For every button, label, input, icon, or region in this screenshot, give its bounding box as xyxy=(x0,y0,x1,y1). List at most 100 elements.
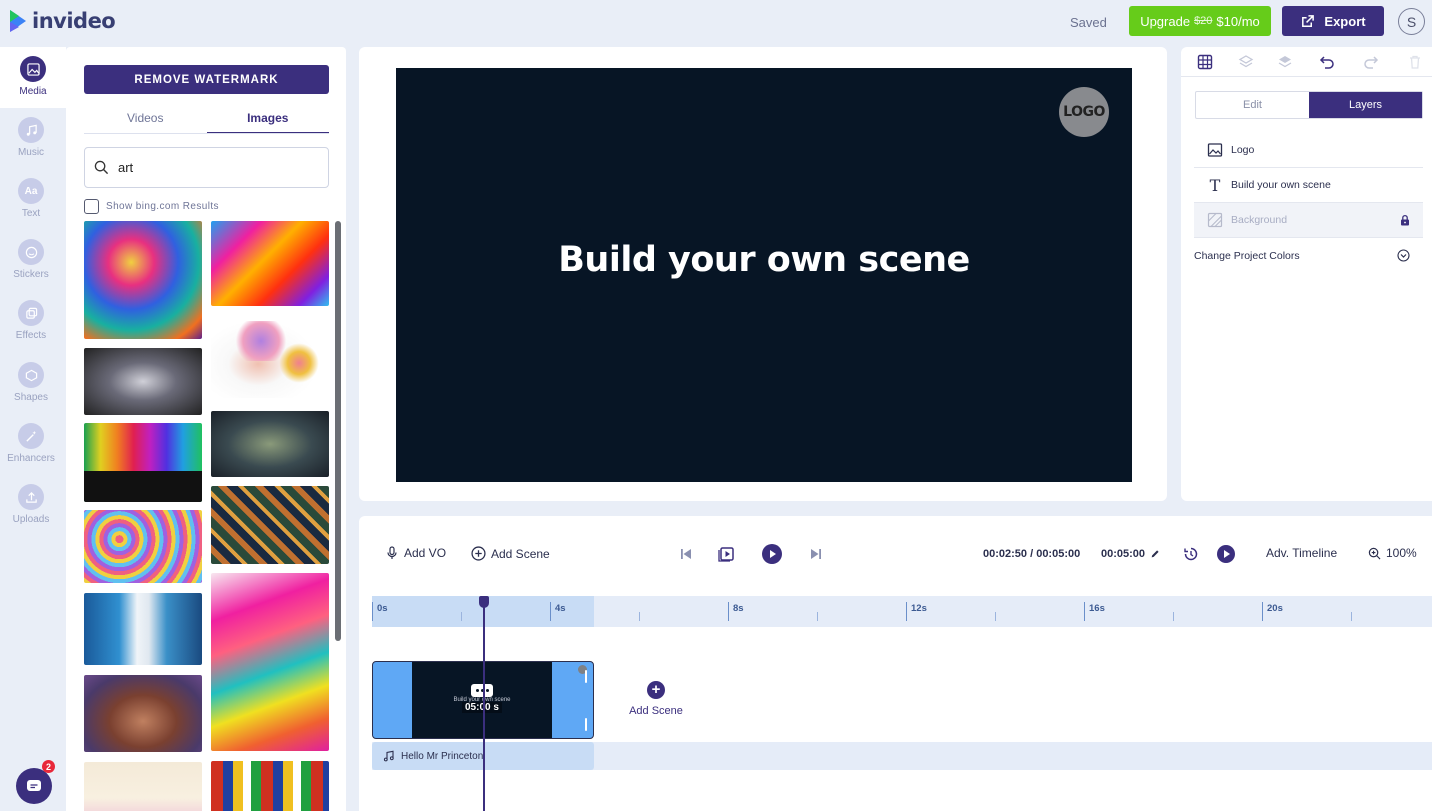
tab-layers[interactable]: Layers xyxy=(1309,92,1422,118)
tab-images[interactable]: Images xyxy=(206,103,329,133)
rail-item-text[interactable]: Aa Text xyxy=(0,178,62,236)
rail-item-music[interactable]: Music xyxy=(0,117,62,175)
image-thumbnail[interactable] xyxy=(84,762,202,811)
image-thumbnail[interactable] xyxy=(84,423,202,502)
rail-item-uploads[interactable]: Uploads xyxy=(0,484,62,542)
ruler-major-tick xyxy=(550,602,551,621)
remove-watermark-button[interactable]: REMOVE WATERMARK xyxy=(84,65,329,94)
adv-timeline-button[interactable]: Adv. Timeline xyxy=(1266,546,1337,560)
rail-item-media[interactable]: Media xyxy=(0,47,66,108)
rail-item-stickers[interactable]: Stickers xyxy=(0,239,62,297)
image-thumbnail[interactable] xyxy=(84,348,202,415)
zoom-control[interactable]: 100% xyxy=(1368,546,1417,560)
media-scrollbar[interactable] xyxy=(335,221,341,641)
playhead-handle[interactable] xyxy=(479,596,489,608)
scene-duration-editor[interactable]: 00:05:00 xyxy=(1101,548,1160,560)
ruler-major-tick xyxy=(728,602,729,621)
change-project-colors[interactable]: Change Project Colors xyxy=(1194,238,1423,273)
rail-item-shapes[interactable]: Shapes xyxy=(0,362,62,420)
scene-title[interactable]: Build your own scene xyxy=(558,240,970,280)
chat-icon xyxy=(27,780,41,791)
search-input[interactable]: art xyxy=(84,147,329,188)
external-link-icon xyxy=(1302,14,1315,27)
music-icon xyxy=(18,117,44,143)
play-icon[interactable] xyxy=(761,543,783,565)
preview-scene-icon[interactable] xyxy=(718,545,736,563)
more-options-icon[interactable] xyxy=(471,684,493,697)
chat-support-button[interactable] xyxy=(16,768,52,804)
lock-icon[interactable] xyxy=(1399,214,1411,226)
rail-item-effects[interactable]: Effects xyxy=(0,300,62,358)
skip-back-icon[interactable] xyxy=(677,545,695,563)
scene-canvas[interactable]: Build your own scene LOGO xyxy=(396,68,1132,482)
clip-trim-handle[interactable] xyxy=(585,670,587,683)
image-thumbnail[interactable] xyxy=(211,221,329,306)
plus-icon: + xyxy=(647,681,665,699)
clip-trim-handle[interactable] xyxy=(585,718,587,731)
image-thumbnail[interactable] xyxy=(211,761,329,811)
sticker-icon xyxy=(18,239,44,265)
layer-up-icon[interactable] xyxy=(1238,54,1254,70)
layer-logo[interactable]: Logo xyxy=(1194,133,1423,168)
ruler-minor-tick xyxy=(1351,612,1352,621)
right-panel: Edit Layers Logo T Build your own scene … xyxy=(1181,47,1432,501)
checkbox[interactable] xyxy=(84,199,99,214)
image-thumbnail[interactable] xyxy=(84,675,202,752)
grid-icon[interactable] xyxy=(1197,54,1213,70)
undo-icon[interactable] xyxy=(1319,54,1335,70)
chevron-down-icon xyxy=(1397,249,1410,262)
rail-label: Music xyxy=(17,147,45,158)
upgrade-label: Upgrade xyxy=(1140,13,1191,29)
export-label: Export xyxy=(1324,13,1366,29)
pencil-tips xyxy=(84,471,202,502)
rail-label: Stickers xyxy=(13,269,49,280)
scene-clip-preview: Build your own scene xyxy=(412,662,587,738)
layer-label: Background xyxy=(1231,214,1288,226)
add-vo-button[interactable]: Add VO xyxy=(385,546,446,560)
ruler-tick-label: 8s xyxy=(733,603,744,614)
image-thumbnail[interactable] xyxy=(211,313,329,398)
export-button[interactable]: Export xyxy=(1282,6,1384,36)
change-colors-label: Change Project Colors xyxy=(1194,249,1300,262)
image-thumbnail[interactable] xyxy=(84,593,202,665)
redo-icon[interactable] xyxy=(1363,54,1379,70)
rail-label: Media xyxy=(19,86,47,97)
add-scene-timeline-label: Add Scene xyxy=(629,705,683,717)
ruler-major-tick xyxy=(1262,602,1263,621)
skip-forward-icon[interactable] xyxy=(807,545,825,563)
layer-background[interactable]: Background xyxy=(1194,203,1423,238)
add-scene-label: Add Scene xyxy=(491,546,550,561)
top-bar: invideo Saved Upgrade $20 $10/mo Export … xyxy=(0,0,1432,46)
add-scene-timeline-button[interactable]: + Add Scene xyxy=(620,681,692,717)
ruler-minor-tick xyxy=(1173,612,1174,621)
image-thumbnail[interactable] xyxy=(211,573,329,751)
logo-placeholder[interactable]: LOGO xyxy=(1059,87,1109,137)
upgrade-button[interactable]: Upgrade $20 $10/mo xyxy=(1129,6,1271,36)
user-avatar[interactable]: S xyxy=(1398,8,1425,35)
invideo-logo-icon xyxy=(10,10,26,32)
image-thumbnail[interactable] xyxy=(84,221,202,339)
zoom-icon xyxy=(1368,547,1381,559)
bing-results-toggle[interactable]: Show bing.com Results xyxy=(84,199,219,214)
tab-edit[interactable]: Edit xyxy=(1196,92,1309,118)
add-scene-button[interactable]: Add Scene xyxy=(471,546,550,561)
image-thumbnail[interactable] xyxy=(84,510,202,583)
playback-time: 00:02:50 / 00:05:00 xyxy=(983,548,1081,560)
rail-item-enhancers[interactable]: Enhancers xyxy=(0,423,62,481)
layer-title-text[interactable]: T Build your own scene xyxy=(1194,168,1423,203)
trash-icon[interactable] xyxy=(1407,54,1423,70)
preview-video-icon[interactable] xyxy=(1216,544,1236,564)
timeline-ruler[interactable]: 0s 4s 8s 12s 16s 20s xyxy=(372,596,1432,627)
tab-videos[interactable]: Videos xyxy=(84,103,207,133)
layers-icon[interactable] xyxy=(1277,54,1293,70)
edit-layers-tabs: Edit Layers xyxy=(1195,91,1423,119)
brand-name: invideo xyxy=(32,9,116,33)
history-icon[interactable] xyxy=(1182,545,1200,563)
playhead-line xyxy=(483,600,485,811)
image-thumbnail[interactable] xyxy=(211,411,329,477)
rail-label: Enhancers xyxy=(7,453,55,464)
image-icon xyxy=(1207,143,1223,157)
audio-track-name: Hello Mr Princeton xyxy=(401,750,484,762)
brand-logo[interactable]: invideo xyxy=(6,8,116,34)
image-thumbnail[interactable] xyxy=(211,486,329,564)
